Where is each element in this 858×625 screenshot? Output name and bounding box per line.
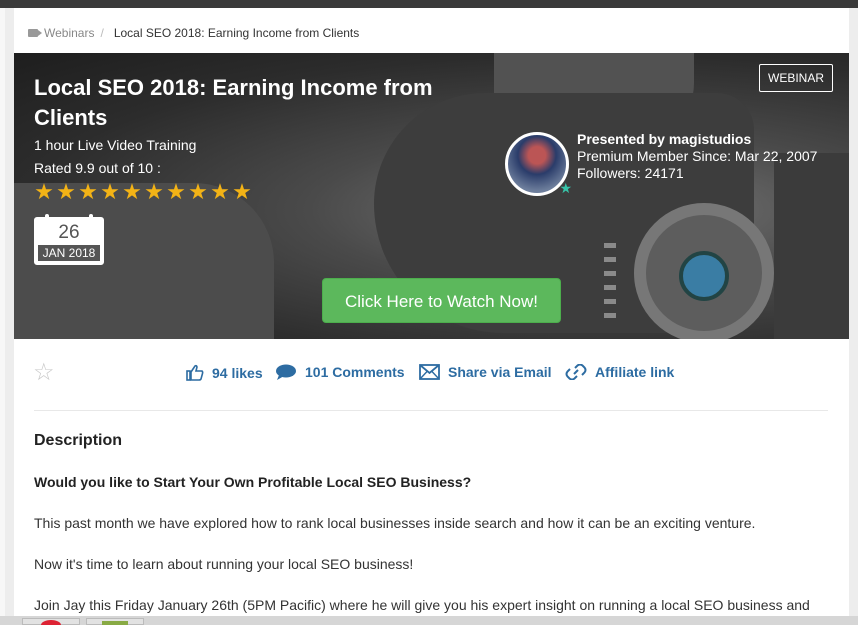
rating-star-icon: ★ bbox=[56, 179, 76, 204]
right-gap bbox=[849, 8, 858, 625]
star-badge-icon: ★ bbox=[559, 180, 572, 196]
rating-star-icon: ★ bbox=[144, 179, 164, 204]
comments-count: 101 Comments bbox=[305, 364, 405, 380]
presenter-member-since: Premium Member Since: Mar 22, 2007 bbox=[577, 148, 818, 164]
share-email-button[interactable]: Share via Email bbox=[419, 364, 552, 380]
speech-bubble-icon bbox=[276, 364, 296, 380]
description-paragraph-3: Join Jay this Friday January 26th (5PM P… bbox=[34, 597, 810, 613]
taskbar-app-window[interactable] bbox=[86, 618, 144, 625]
calendar-ring-icon bbox=[45, 214, 49, 222]
presenter-name[interactable]: Presented by magistudios bbox=[577, 131, 817, 148]
breadcrumb-current: Local SEO 2018: Earning Income from Clie… bbox=[113, 26, 360, 40]
rating-star-icon: ★ bbox=[100, 179, 120, 204]
hero-banner: Local SEO 2018: Earning Income from Clie… bbox=[14, 53, 849, 339]
rating-star-icon: ★ bbox=[122, 179, 142, 204]
affiliate-link-label: Affiliate link bbox=[595, 364, 675, 380]
taskbar bbox=[0, 616, 858, 625]
taskbar-app-chrome[interactable] bbox=[22, 618, 80, 625]
hero-camera-lens bbox=[679, 251, 729, 301]
link-icon bbox=[565, 364, 587, 380]
rating-star-icon: ★ bbox=[166, 179, 186, 204]
thumbs-up-icon bbox=[186, 364, 204, 381]
action-bar: ☆ 94 likes 101 Comments Share via Email bbox=[14, 348, 849, 412]
calendar-ring-icon bbox=[89, 214, 93, 222]
likes-button[interactable]: 94 likes bbox=[186, 364, 263, 381]
hero-camera-vents bbox=[604, 243, 616, 323]
share-email-label: Share via Email bbox=[448, 364, 552, 380]
description-heading: Description bbox=[34, 432, 123, 449]
left-edge bbox=[0, 8, 5, 625]
description-question: Would you like to Start Your Own Profita… bbox=[34, 474, 472, 490]
calendar-date: 26 JAN 2018 bbox=[34, 214, 104, 265]
rating-stars: ★ ★ ★ ★ ★ ★ ★ ★ ★ ★ bbox=[33, 180, 253, 204]
breadcrumb-separator: / bbox=[100, 26, 104, 40]
rating-star-icon: ★ bbox=[34, 179, 54, 204]
video-camera-icon bbox=[28, 29, 42, 37]
watch-now-button[interactable]: Click Here to Watch Now! bbox=[322, 278, 561, 323]
description-paragraph-2: Now it's time to learn about running you… bbox=[34, 556, 414, 572]
affiliate-link-button[interactable]: Affiliate link bbox=[565, 364, 674, 380]
browser-top-bar bbox=[0, 0, 858, 8]
calendar-month: JAN 2018 bbox=[38, 245, 100, 261]
rating-star-icon: ★ bbox=[78, 179, 98, 204]
breadcrumb: Webinars / Local SEO 2018: Earning Incom… bbox=[28, 26, 359, 40]
envelope-icon bbox=[419, 364, 440, 380]
webinar-badge: WEBINAR bbox=[759, 64, 834, 92]
section-divider bbox=[34, 410, 828, 411]
presenter-avatar[interactable]: ★ bbox=[505, 132, 572, 196]
rating-star-icon: ★ bbox=[232, 179, 252, 204]
main-content: Webinars / Local SEO 2018: Earning Incom… bbox=[14, 8, 849, 625]
rating-star-icon: ★ bbox=[210, 179, 230, 204]
comments-button[interactable]: 101 Comments bbox=[275, 364, 405, 380]
webinar-title: Local SEO 2018: Earning Income from Clie… bbox=[34, 75, 433, 130]
breadcrumb-webinars-link[interactable]: Webinars bbox=[44, 26, 94, 40]
presenter-followers: Followers: 24171 bbox=[577, 165, 684, 181]
star-outline-icon[interactable]: ☆ bbox=[33, 358, 55, 387]
webinar-subtitle: 1 hour Live Video Training bbox=[34, 137, 197, 153]
rating-star-icon: ★ bbox=[188, 179, 208, 204]
description-paragraph-1: This past month we have explored how to … bbox=[34, 515, 756, 531]
calendar-day: 26 bbox=[58, 222, 80, 243]
likes-count: 94 likes bbox=[212, 364, 263, 381]
webinar-rating-text: Rated 9.9 out of 10 : bbox=[34, 160, 161, 176]
presenter-info: Presented by magistudios Premium Member … bbox=[577, 131, 817, 182]
